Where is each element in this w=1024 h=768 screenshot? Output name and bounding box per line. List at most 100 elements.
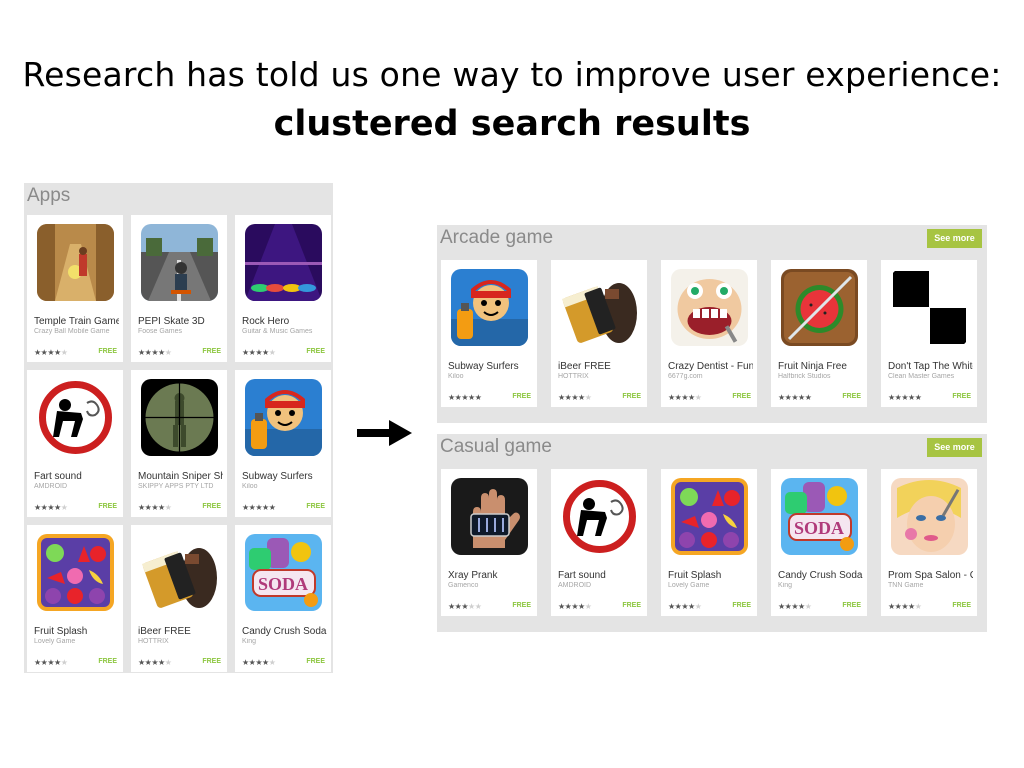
app-card[interactable]: Subway Surfers Kiloo ★★★★★ FREE — [441, 260, 537, 407]
star-rating: ★★★★★ — [778, 602, 812, 611]
app-developer: TNN Game — [888, 582, 924, 589]
app-developer: Gamenco — [448, 582, 479, 589]
app-card[interactable]: Rock Hero Guitar & Music Games ★★★★★ FREE — [235, 215, 331, 362]
app-developer: King — [242, 638, 257, 645]
app-developer: Crazy Ball Mobile Game — [34, 328, 110, 335]
star-rating: ★★★★★ — [448, 393, 482, 402]
app-developer: Clean Master Games — [888, 373, 955, 380]
app-developer: HOTTRIX — [138, 638, 169, 645]
app-price: FREE — [202, 503, 221, 510]
app-card[interactable]: Fruit Splash Lovely Game ★★★★★ FREE — [27, 525, 123, 672]
app-name: Candy Crush Soda — [778, 570, 863, 581]
right-arrow-icon — [357, 418, 413, 453]
app-developer: Guitar & Music Games — [242, 328, 313, 335]
app-card[interactable]: Don't Tap The White Clean Master Games ★★★… — [881, 260, 977, 407]
app-price: FREE — [952, 393, 971, 400]
svg-text:SODA: SODA — [258, 574, 308, 594]
app-developer: King — [778, 582, 793, 589]
slide-title-line2: clustered search results — [273, 104, 751, 144]
app-card[interactable]: Mountain Sniper Sh SKIPPY APPS PTY LTD ★★★… — [131, 370, 227, 517]
app-card[interactable]: SODA Candy Crush Soda King ★★★★★ FREE — [771, 469, 867, 616]
app-card[interactable]: Prom Spa Salon - G TNN Game ★★★★★ FREE — [881, 469, 977, 616]
star-rating: ★★★★★ — [242, 348, 276, 357]
app-price: FREE — [732, 393, 751, 400]
app-card[interactable]: PEPI Skate 3D Foose Games ★★★★★ FREE — [131, 215, 227, 362]
app-name: Fruit Splash — [668, 570, 722, 581]
star-rating: ★★★★★ — [888, 393, 922, 402]
app-name: Rock Hero — [242, 316, 290, 327]
cluster-title: Arcade game — [440, 227, 554, 248]
app-developer: SKIPPY APPS PTY LTD — [138, 483, 214, 490]
app-developer: Foose Games — [138, 328, 182, 335]
fruit-ninja-icon — [781, 269, 858, 346]
app-price: FREE — [732, 602, 751, 609]
star-rating: ★★★★★ — [242, 658, 276, 667]
app-price: FREE — [306, 348, 325, 355]
app-name: Don't Tap The White — [888, 361, 973, 372]
app-name: PEPI Skate 3D — [138, 316, 205, 327]
app-price: FREE — [512, 393, 531, 400]
app-card[interactable]: Xray Prank Gamenco ★★★★★ FREE — [441, 469, 537, 616]
app-developer: Halfbrick Studios — [778, 373, 831, 380]
app-price: FREE — [622, 602, 641, 609]
app-price: FREE — [98, 503, 117, 510]
star-rating: ★★★★★ — [34, 658, 68, 667]
star-rating: ★★★★★ — [558, 602, 592, 611]
app-card[interactable]: Temple Train Game Crazy Ball Mobile Game ★… — [27, 215, 123, 362]
app-name: Candy Crush Soda — [242, 626, 327, 637]
app-price: FREE — [512, 602, 531, 609]
app-price: FREE — [306, 503, 325, 510]
spa-salon-icon — [891, 478, 968, 555]
cluster-panel-arcade: Arcade game See more Subway Surfers Kiloo… — [437, 225, 987, 423]
svg-text:SODA: SODA — [794, 518, 844, 538]
star-rating: ★★★★★ — [34, 503, 68, 512]
app-card[interactable]: iBeer FREE HOTTRIX ★★★★★ FREE — [131, 525, 227, 672]
app-card[interactable]: Subway Surfers Kiloo ★★★★★ FREE — [235, 370, 331, 517]
app-card[interactable]: Fart sound AMDROID ★★★★★ FREE — [551, 469, 647, 616]
cluster-panel-casual: Casual game See more Xray Prank Gamenco ★★… — [437, 434, 987, 632]
star-rating: ★★★★★ — [34, 348, 68, 357]
app-card[interactable]: SODA Candy Crush Soda King ★★★★★ FREE — [235, 525, 331, 672]
star-rating: ★★★★★ — [138, 503, 172, 512]
app-name: Fruit Splash — [34, 626, 88, 637]
app-price: FREE — [202, 348, 221, 355]
app-card[interactable]: Crazy Dentist - Fun 6677g.com ★★★★★ FREE — [661, 260, 757, 407]
app-name: Temple Train Game — [34, 316, 119, 327]
ibeer-icon — [561, 269, 638, 346]
app-price: FREE — [98, 348, 117, 355]
app-developer: HOTTRIX — [558, 373, 589, 380]
apps-panel-title: Apps — [27, 185, 71, 206]
app-name: Xray Prank — [448, 570, 498, 581]
app-price: FREE — [202, 658, 221, 665]
star-rating: ★★★★★ — [448, 602, 482, 611]
star-rating: ★★★★★ — [668, 393, 702, 402]
subway-surfers-icon — [451, 269, 528, 346]
app-name: Fart sound — [558, 570, 606, 581]
see-more-button[interactable]: See more — [927, 229, 982, 248]
star-rating: ★★★★★ — [138, 658, 172, 667]
app-price: FREE — [98, 658, 117, 665]
app-name: Fart sound — [34, 471, 82, 482]
app-developer: Lovely Game — [668, 582, 710, 589]
app-name: Subway Surfers — [242, 471, 313, 482]
temple-run-icon — [37, 224, 114, 301]
app-card[interactable]: Fruit Splash Lovely Game ★★★★★ FREE — [661, 469, 757, 616]
candy-soda-icon: SODA — [245, 534, 322, 611]
fruit-splash-icon — [671, 478, 748, 555]
cluster-title: Casual game — [440, 436, 552, 457]
subway-surfers-icon — [245, 379, 322, 456]
app-developer: AMDROID — [558, 582, 592, 589]
app-card[interactable]: Fart sound AMDROID ★★★★★ FREE — [27, 370, 123, 517]
app-name: Fruit Ninja Free — [778, 361, 847, 372]
star-rating: ★★★★★ — [668, 602, 702, 611]
xray-hand-icon — [451, 478, 528, 555]
star-rating: ★★★★★ — [888, 602, 922, 611]
app-card[interactable]: iBeer FREE HOTTRIX ★★★★★ FREE — [551, 260, 647, 407]
app-card[interactable]: Fruit Ninja Free Halfbrick Studios ★★★★★ FR… — [771, 260, 867, 407]
app-developer: AMDROID — [34, 483, 68, 490]
app-name: Prom Spa Salon - G — [888, 570, 973, 581]
sniper-scope-icon — [141, 379, 218, 456]
fart-sign-icon — [561, 478, 638, 555]
see-more-button[interactable]: See more — [927, 438, 982, 457]
app-name: iBeer FREE — [138, 626, 191, 637]
